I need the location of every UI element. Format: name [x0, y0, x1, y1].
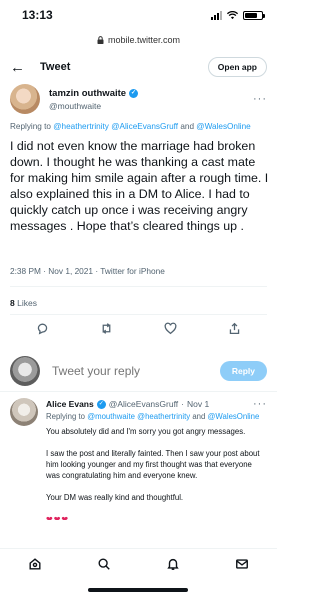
likes-number: 8 — [10, 298, 15, 308]
reply-paragraph: You absolutely did and I'm sorry you got… — [46, 427, 246, 436]
avatar — [10, 355, 40, 386]
mention-link[interactable]: @mouthwaite — [87, 412, 135, 421]
tweet-text: I did not even know the marriage had bro… — [10, 139, 269, 233]
tweet-actions — [10, 322, 267, 335]
home-icon[interactable] — [28, 557, 42, 571]
top-navigation: ← Tweet Open app — [0, 52, 277, 82]
author-handle[interactable]: @mouthwaite — [49, 101, 253, 111]
browser-url-bar[interactable]: mobile.twitter.com — [0, 30, 277, 50]
author-name: tamzin outhwaite — [49, 87, 127, 99]
reply-body: Alice Evans ✓ @AliceEvansGruff · Nov 1 ·… — [46, 398, 267, 520]
reply-icon[interactable] — [36, 322, 49, 335]
reply-paragraph: Your DM was really kind and thoughtful. — [46, 493, 184, 502]
tweet-author: tamzin outhwaite ✓ @mouthwaite ··· — [10, 84, 267, 114]
status-bar: 13:13 — [0, 0, 277, 30]
more-horizontal-icon[interactable]: ··· — [253, 398, 267, 410]
replying-and: and — [192, 412, 206, 421]
mention-link[interactable]: @WalesOnline — [208, 412, 260, 421]
tweet-time[interactable]: 2:38 PM — [10, 266, 41, 276]
battery-icon — [243, 10, 265, 20]
replying-prefix: Replying to — [46, 412, 86, 421]
avatar[interactable] — [10, 398, 38, 426]
status-time: 13:13 — [22, 8, 53, 22]
tweet-meta: 2:38 PM · Nov 1, 2021 · Twitter for iPho… — [10, 266, 165, 276]
bottom-navigation — [0, 548, 277, 578]
arrow-left-icon[interactable]: ← — [10, 59, 40, 76]
divider — [10, 314, 267, 315]
mention-link[interactable]: @AliceEvansGruff — [111, 122, 178, 131]
reply-input[interactable] — [52, 363, 220, 378]
more-horizontal-icon[interactable]: ··· — [253, 93, 267, 105]
author-name-row[interactable]: tamzin outhwaite ✓ — [49, 88, 253, 99]
reply-paragraph: I saw the post and literally fainted. Th… — [46, 449, 260, 480]
mention-link[interactable]: @WalesOnline — [196, 122, 250, 131]
retweet-icon[interactable] — [100, 322, 113, 335]
notifications-icon[interactable] — [166, 557, 180, 571]
share-icon[interactable] — [228, 322, 241, 335]
reply-composer: Reply — [0, 350, 277, 392]
author-names: tamzin outhwaite ✓ @mouthwaite — [49, 88, 253, 111]
like-icon[interactable] — [164, 322, 177, 335]
tweet-source: Twitter for iPhone — [100, 266, 165, 276]
reply-author-handle[interactable]: @AliceEvansGruff — [109, 399, 178, 409]
verified-badge-icon: ✓ — [96, 399, 106, 409]
status-icons — [211, 10, 265, 20]
reply-date[interactable]: Nov 1 — [187, 399, 209, 409]
avatar[interactable] — [10, 84, 40, 114]
reply-text: You absolutely did and I'm sorry you got… — [46, 426, 267, 520]
reply-button[interactable]: Reply — [219, 360, 267, 381]
tweet-date[interactable]: Nov 1, 2021 — [48, 266, 93, 276]
reply-header: Alice Evans ✓ @AliceEvansGruff · Nov 1 ·… — [46, 398, 267, 410]
separator-dot: · — [181, 399, 184, 409]
verified-badge-icon: ✓ — [129, 88, 139, 98]
mention-link[interactable]: @heathertrinity — [137, 412, 190, 421]
messages-icon[interactable] — [235, 557, 249, 571]
open-app-button[interactable]: Open app — [207, 57, 267, 77]
home-indicator — [88, 588, 188, 592]
heart-emoji: ❤❤❤ — [46, 515, 70, 520]
replying-to: Replying to @mouthwaite @heathertrinity … — [46, 411, 267, 422]
replying-prefix: Replying to — [10, 122, 51, 131]
replying-to: Replying to @heathertrinity @AliceEvansG… — [10, 122, 267, 131]
replying-and: and — [180, 122, 195, 131]
wifi-icon — [227, 10, 238, 19]
reply-tweet[interactable]: Alice Evans ✓ @AliceEvansGruff · Nov 1 ·… — [10, 398, 267, 520]
lock-icon — [97, 36, 104, 44]
likes-label: Likes — [17, 298, 37, 308]
reply-author-name[interactable]: Alice Evans — [46, 399, 94, 409]
search-icon[interactable] — [97, 557, 111, 571]
cellular-signal-icon — [211, 10, 222, 20]
page-title: Tweet — [40, 61, 71, 73]
likes-count[interactable]: 8 Likes — [10, 298, 37, 308]
mention-link[interactable]: @heathertrinity — [53, 122, 109, 131]
browser-url: mobile.twitter.com — [107, 35, 181, 45]
divider — [10, 286, 267, 287]
